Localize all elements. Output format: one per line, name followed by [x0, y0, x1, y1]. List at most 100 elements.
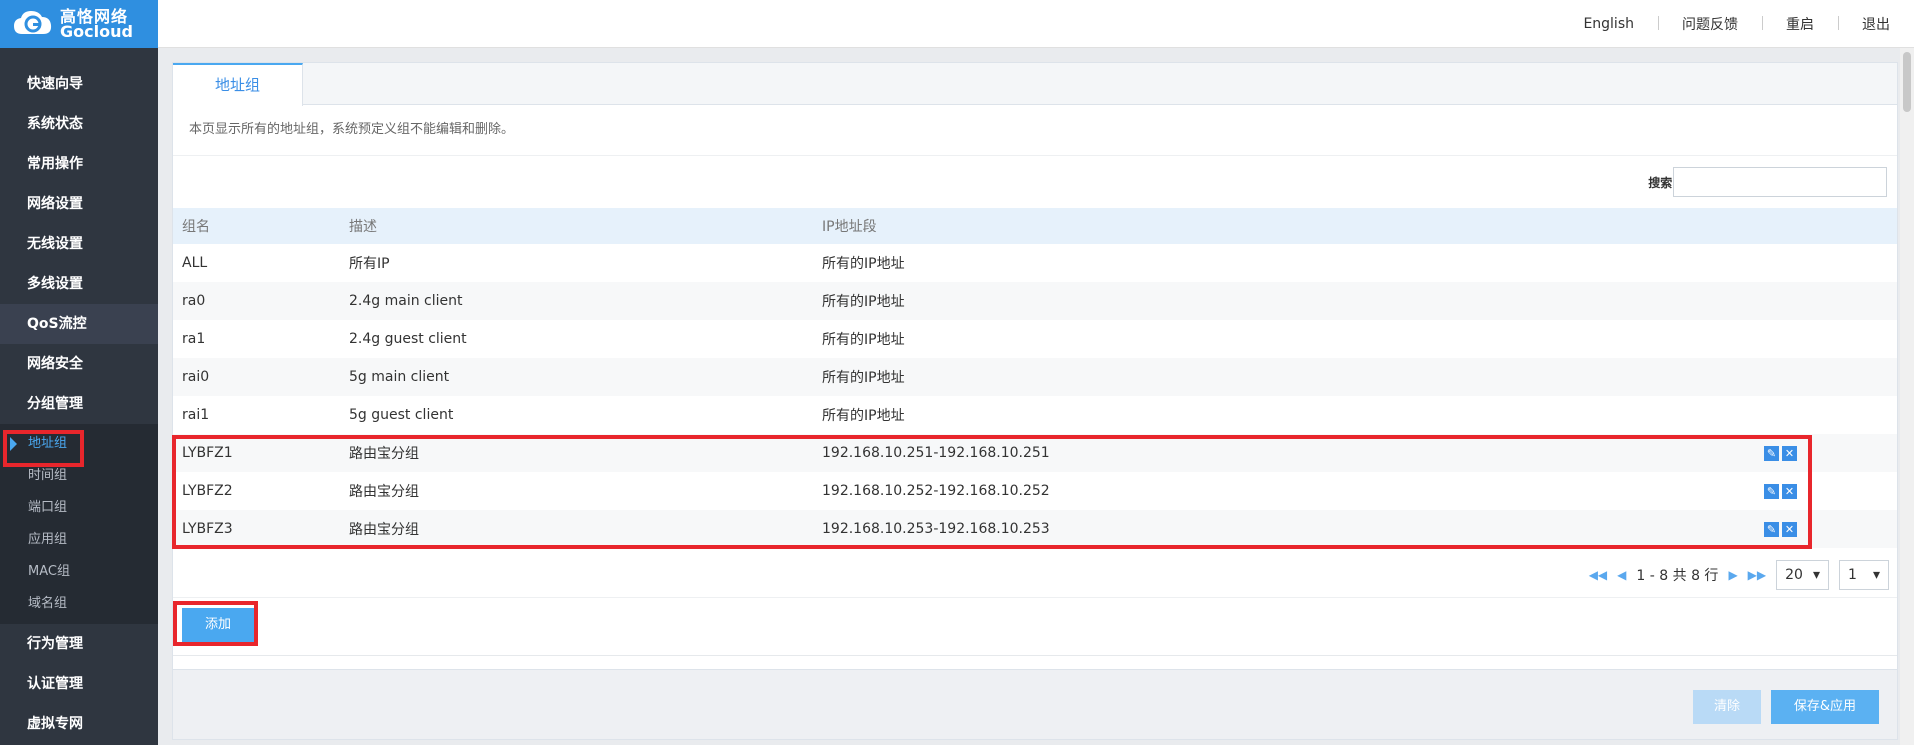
sidebar-item-system-status[interactable]: 系统状态	[0, 104, 158, 144]
scrollbar-thumb[interactable]	[1903, 52, 1911, 112]
save-apply-button[interactable]: 保存&应用	[1771, 690, 1879, 724]
sidebar-item-vpn[interactable]: 虚拟专网	[0, 704, 158, 744]
table-row: ra0 2.4g main client 所有的IP地址	[173, 282, 1897, 320]
delete-icon[interactable]: ✕	[1782, 521, 1797, 537]
footer-bar: 清除 保存&应用	[173, 669, 1897, 739]
sidebar-item-wireless-settings[interactable]: 无线设置	[0, 224, 158, 264]
cell-name: rai0	[173, 358, 349, 396]
cell-ops: ✎ ✕	[1722, 472, 1897, 510]
table-row: LYBFZ3 路由宝分组 192.168.10.253-192.168.10.2…	[173, 510, 1897, 548]
sidebar-item-network-security[interactable]: 网络安全	[0, 344, 158, 384]
sidebar-item-auth-management[interactable]: 认证管理	[0, 664, 158, 704]
sidebar-item-network-settings[interactable]: 网络设置	[0, 184, 158, 224]
clear-button[interactable]: 清除	[1693, 690, 1761, 724]
sidebar-subitem-domain-group[interactable]: 域名组	[0, 588, 158, 620]
cell-ip-range: 192.168.10.252-192.168.10.252	[822, 483, 1050, 499]
top-header: English 问题反馈 重启 退出	[158, 0, 1914, 48]
table-row: rai0 5g main client 所有的IP地址	[173, 358, 1897, 396]
sidebar-item-multiline-settings[interactable]: 多线设置	[0, 264, 158, 304]
main-panel: 地址组 本页显示所有的地址组，系统预定义组不能编辑和删除。 搜索: 组名 描述 …	[172, 62, 1898, 740]
page-scrollbar[interactable]	[1900, 48, 1914, 745]
pager-summary: 1 - 8 共 8 行	[1636, 568, 1719, 584]
cell-description: 路由宝分组	[349, 484, 419, 500]
cell-description: 5g guest client	[349, 407, 454, 423]
header-links: English 问题反馈 重启 退出	[1559, 0, 1914, 48]
edit-icon[interactable]: ✎	[1764, 445, 1779, 461]
sidebar-subitem-label: 地址组	[28, 436, 68, 451]
sidebar-subitem-mac-group[interactable]: MAC组	[0, 556, 158, 588]
edit-icon[interactable]: ✎	[1764, 521, 1779, 537]
gocloud-logo-icon	[14, 11, 52, 34]
sidebar-item-behavior-management[interactable]: 行为管理	[0, 624, 158, 664]
sidebar-menu: 快速向导 系统状态 常用操作 网络设置 无线设置 多线设置 QoS流控 网络安全…	[0, 48, 158, 744]
reboot-link[interactable]: 重启	[1762, 14, 1838, 34]
search-input[interactable]	[1673, 167, 1887, 197]
cell-name: ra0	[173, 282, 349, 320]
cell-name: ALL	[182, 255, 208, 271]
delete-icon[interactable]: ✕	[1782, 483, 1797, 499]
cell-ip-range: 192.168.10.251-192.168.10.251	[822, 434, 1722, 472]
cell-name: LYBFZ1	[173, 434, 349, 472]
sidebar-subitem-app-group[interactable]: 应用组	[0, 524, 158, 556]
chevron-down-icon: ▾	[1812, 567, 1820, 583]
prev-page-icon[interactable]: ◀	[1617, 568, 1626, 582]
table-header-row: 组名 描述 IP地址段	[173, 208, 1897, 244]
chevron-down-icon: ▾	[1872, 567, 1880, 583]
add-button[interactable]: 添加	[182, 608, 254, 642]
page-size-value: 20	[1785, 567, 1803, 583]
sidebar-item-qos[interactable]: QoS流控	[0, 304, 158, 344]
sidebar: 高恪网络 Gocloud 快速向导 系统状态 常用操作 网络设置 无线设置 多线…	[0, 0, 158, 745]
language-english-link[interactable]: English	[1559, 16, 1658, 32]
sidebar-item-quick-guide[interactable]: 快速向导	[0, 64, 158, 104]
feedback-link[interactable]: 问题反馈	[1658, 14, 1762, 34]
page-number-select[interactable]: 1 ▾	[1839, 560, 1889, 590]
sidebar-subitem-time-group[interactable]: 时间组	[0, 460, 158, 492]
cell-description: 路由宝分组	[349, 434, 822, 472]
cell-ip-range: 所有的IP地址	[822, 358, 1722, 396]
add-area: 添加	[173, 598, 1897, 656]
tab-address-group[interactable]: 地址组	[173, 63, 303, 106]
cell-description: 5g main client	[349, 358, 822, 396]
logo: 高恪网络 Gocloud	[0, 0, 158, 48]
page-number-value: 1	[1848, 567, 1857, 583]
sidebar-subitem-address-group[interactable]: 地址组	[0, 428, 158, 460]
table-row: LYBFZ2 路由宝分组 192.168.10.252-192.168.10.2…	[173, 472, 1897, 510]
cell-ip-range: 所有的IP地址	[822, 256, 905, 272]
cell-ops	[1722, 320, 1897, 358]
logout-link[interactable]: 退出	[1838, 14, 1914, 34]
cell-ops	[1722, 396, 1897, 434]
cell-name: ra1	[182, 331, 206, 347]
cell-name: LYBFZ3	[173, 510, 349, 548]
cell-ops	[1722, 244, 1897, 282]
last-page-icon[interactable]: ▶▶	[1748, 568, 1766, 582]
page-size-select[interactable]: 20 ▾	[1776, 560, 1829, 590]
logo-text-en: Gocloud	[60, 22, 133, 41]
sidebar-subitem-port-group[interactable]: 端口组	[0, 492, 158, 524]
column-header-ops	[1722, 208, 1897, 244]
table-row: LYBFZ1 路由宝分组 192.168.10.251-192.168.10.2…	[173, 434, 1897, 472]
cell-ops	[1722, 358, 1897, 396]
table-row: ALL 所有IP 所有的IP地址	[173, 244, 1897, 282]
delete-icon[interactable]: ✕	[1782, 445, 1797, 461]
cell-name: LYBFZ2	[182, 483, 233, 499]
cell-ops: ✎ ✕	[1722, 510, 1897, 548]
sidebar-item-group-management[interactable]: 分组管理	[0, 384, 158, 424]
tab-bar: 地址组	[173, 63, 1897, 106]
first-page-icon[interactable]: ◀◀	[1589, 568, 1607, 582]
sidebar-item-common-ops[interactable]: 常用操作	[0, 144, 158, 184]
table-row: ra1 2.4g guest client 所有的IP地址	[173, 320, 1897, 358]
next-page-icon[interactable]: ▶	[1728, 568, 1737, 582]
column-header-name: 组名	[173, 208, 349, 244]
pagination: ◀◀ ◀ 1 - 8 共 8 行 ▶ ▶▶ 20 ▾ 1 ▾	[173, 548, 1897, 598]
cell-ops: ✎ ✕	[1722, 434, 1897, 472]
group-submenu: 地址组 时间组 端口组 应用组 MAC组 域名组	[0, 424, 158, 624]
cell-ip-range: 所有的IP地址	[822, 282, 1722, 320]
edit-icon[interactable]: ✎	[1764, 483, 1779, 499]
search-bar: 搜索:	[173, 156, 1897, 208]
cell-description: 路由宝分组	[349, 510, 822, 548]
cell-ip-range: 所有的IP地址	[822, 408, 905, 424]
cell-description: 2.4g guest client	[349, 331, 467, 347]
column-header-ip-range: IP地址段	[822, 208, 1722, 244]
table-row: rai1 5g guest client 所有的IP地址	[173, 396, 1897, 434]
cell-description: 所有IP	[349, 256, 390, 272]
